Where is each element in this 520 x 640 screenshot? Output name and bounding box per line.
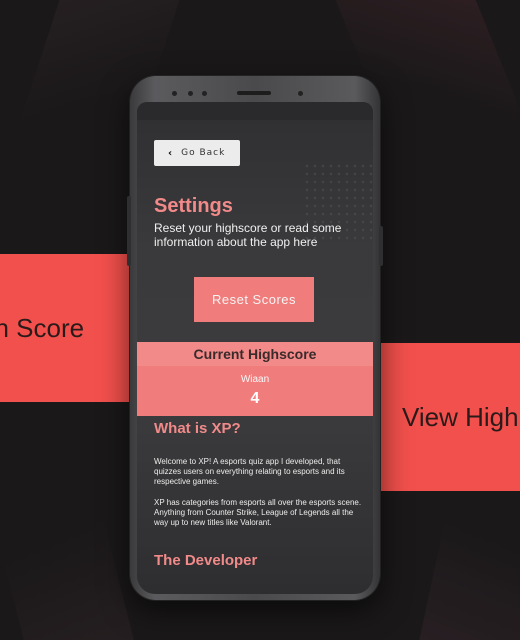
highscore-player-name: Wiaan: [240, 374, 270, 385]
phone-side-button: [379, 226, 383, 266]
phone-top-bezel: [130, 76, 380, 102]
background-card-view-high: View High: [376, 343, 520, 491]
about-paragraph: Welcome to XP! A esports quiz app I deve…: [154, 457, 345, 486]
background-card-high-score: gh Score: [0, 254, 130, 402]
front-camera: [298, 91, 303, 96]
page-description: Reset your highscore or read some inform…: [154, 221, 342, 249]
about-paragraph: XP has categories from esports all over …: [154, 498, 362, 527]
sensor-dot: [188, 91, 193, 96]
about-title: What is XP?: [154, 420, 241, 437]
background-card-label: View High: [402, 401, 519, 432]
sensor-dot: [172, 91, 177, 96]
chevron-left-icon: ‹: [168, 147, 174, 159]
status-bar: [137, 102, 373, 120]
highscore-value: 4: [250, 390, 260, 407]
highscore-title: Current Highscore: [193, 346, 317, 362]
app-screen: ‹ Go Back Settings Reset your highscore …: [137, 102, 373, 594]
phone-side-button: [127, 196, 131, 266]
background-shard: [415, 520, 520, 640]
phone-mockup: ‹ Go Back Settings Reset your highscore …: [127, 76, 383, 600]
phone-bottom-bezel: [130, 592, 380, 600]
background-shard: [0, 520, 137, 640]
go-back-label: Go Back: [181, 148, 226, 158]
sensor-dot: [202, 91, 207, 96]
page-title: Settings: [154, 195, 233, 217]
highscore-panel: Current Highscore Wiaan 4: [137, 342, 373, 416]
background-card-label: gh Score: [0, 312, 85, 343]
developer-title: The Developer: [154, 552, 258, 569]
reset-scores-button[interactable]: Reset Scores: [194, 277, 314, 322]
phone-speaker: [237, 91, 271, 95]
go-back-button[interactable]: ‹ Go Back: [154, 140, 240, 166]
